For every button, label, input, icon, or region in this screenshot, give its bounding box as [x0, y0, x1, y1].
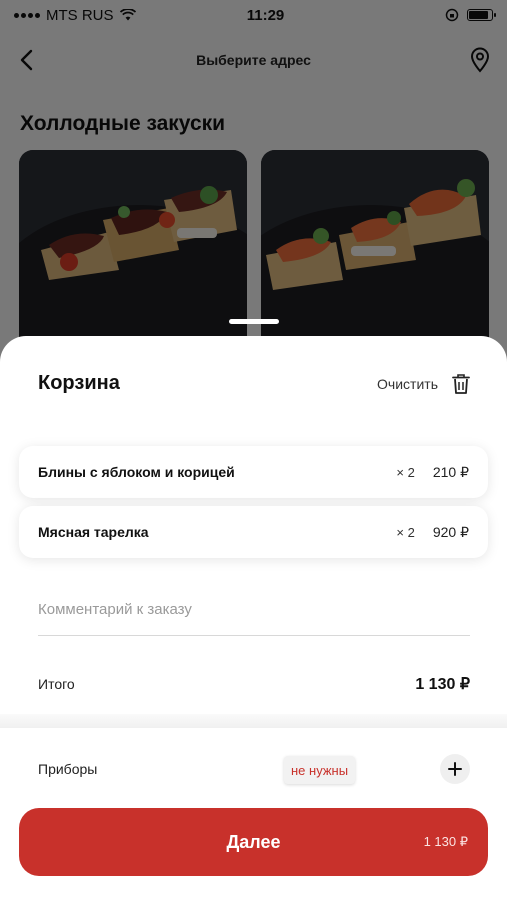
clear-cart-button[interactable]: Очистить: [377, 373, 470, 395]
cart-header: Корзина Очистить: [38, 372, 470, 395]
cutlery-label: Приборы: [38, 761, 98, 777]
next-button[interactable]: Далее 1 130 ₽: [19, 808, 488, 876]
cart-item-qty: × 2: [396, 464, 415, 480]
cart-item-name: Блины с яблоком и корицей: [38, 464, 235, 480]
cart-item[interactable]: Мясная тарелка × 2 920 ₽: [19, 506, 488, 558]
cart-item-qty: × 2: [396, 524, 415, 540]
total-label: Итого: [38, 676, 75, 692]
order-comment-input[interactable]: [38, 594, 470, 636]
cutlery-row: Приборы не нужны: [38, 754, 470, 784]
cart-item-price: 210 ₽: [432, 463, 469, 480]
trash-icon[interactable]: [452, 373, 470, 395]
sheet-drag-handle[interactable]: [229, 319, 279, 324]
cart-item[interactable]: Блины с яблоком и корицей × 2 210 ₽: [19, 446, 488, 498]
cart-title: Корзина: [38, 372, 120, 394]
cart-sheet: Корзина Очистить Блины с яблоком и кориц…: [0, 336, 507, 900]
total-value: 1 130 ₽: [415, 676, 470, 693]
section-divider: [0, 714, 507, 728]
total-row: Итого 1 130 ₽: [38, 674, 470, 694]
add-cutlery-button[interactable]: [440, 754, 470, 784]
plus-icon: [448, 762, 462, 776]
cutlery-status-badge: не нужны: [284, 756, 356, 784]
clear-cart-label[interactable]: Очистить: [377, 376, 438, 392]
next-button-label: Далее: [226, 831, 281, 852]
cart-item-name: Мясная тарелка: [38, 524, 149, 540]
next-button-price: 1 130 ₽: [423, 834, 468, 849]
cart-item-price: 920 ₽: [432, 523, 469, 540]
